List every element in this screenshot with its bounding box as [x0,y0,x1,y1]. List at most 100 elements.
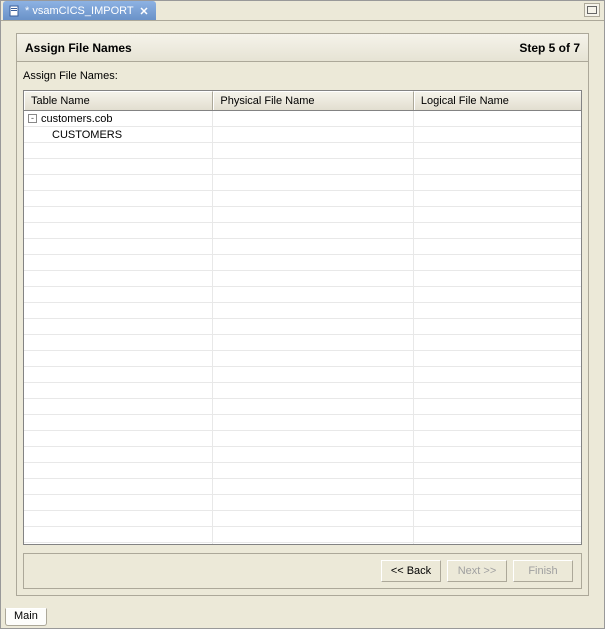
cell-table-name[interactable] [24,143,213,158]
cell-logical-file[interactable] [414,431,581,446]
cell-physical-file[interactable] [213,319,414,334]
back-button[interactable]: << Back [381,560,441,582]
cell-table-name[interactable] [24,511,213,526]
cell-logical-file[interactable] [414,175,581,190]
cell-table-name[interactable] [24,543,213,544]
cell-table-name[interactable] [24,223,213,238]
tab-main[interactable]: Main [5,608,47,626]
cell-logical-file[interactable] [414,287,581,302]
cell-physical-file[interactable] [213,191,414,206]
cell-logical-file[interactable] [414,351,581,366]
cell-table-name[interactable] [24,271,213,286]
cell-logical-file[interactable] [414,543,581,544]
cell-logical-file[interactable] [414,447,581,462]
cell-table-name[interactable] [24,431,213,446]
cell-table-name[interactable] [24,255,213,270]
cell-physical-file[interactable] [213,143,414,158]
cell-physical-file[interactable] [213,127,414,142]
cell-table-name[interactable] [24,239,213,254]
cell-table-name[interactable] [24,159,213,174]
cell-logical-file[interactable] [414,143,581,158]
cell-logical-file[interactable] [414,127,581,142]
cell-table-name[interactable] [24,527,213,542]
cell-physical-file[interactable] [213,111,414,126]
wizard-title: Assign File Names [25,41,132,55]
cell-logical-file[interactable] [414,367,581,382]
cell-physical-file[interactable] [213,303,414,318]
cell-logical-file[interactable] [414,159,581,174]
cell-physical-file[interactable] [213,527,414,542]
cell-logical-file[interactable] [414,399,581,414]
cell-logical-file[interactable] [414,303,581,318]
cell-table-name[interactable] [24,319,213,334]
cell-table-name[interactable] [24,463,213,478]
cell-physical-file[interactable] [213,463,414,478]
column-header-physical-file[interactable]: Physical File Name [213,91,414,110]
cell-logical-file[interactable] [414,239,581,254]
table-row[interactable]: CUSTOMERS [24,127,581,143]
cell-table-name[interactable] [24,399,213,414]
cell-physical-file[interactable] [213,175,414,190]
cell-logical-file[interactable] [414,111,581,126]
cell-table-name[interactable] [24,287,213,302]
next-button[interactable]: Next >> [447,560,507,582]
cell-physical-file[interactable] [213,367,414,382]
cell-logical-file[interactable] [414,335,581,350]
cell-physical-file[interactable] [213,479,414,494]
finish-button[interactable]: Finish [513,560,573,582]
cell-logical-file[interactable] [414,527,581,542]
cell-physical-file[interactable] [213,239,414,254]
cell-physical-file[interactable] [213,255,414,270]
column-header-logical-file[interactable]: Logical File Name [414,91,581,110]
cell-table-name[interactable] [24,191,213,206]
cell-table-name[interactable] [24,383,213,398]
cell-physical-file[interactable] [213,415,414,430]
cell-logical-file[interactable] [414,415,581,430]
cell-physical-file[interactable] [213,495,414,510]
cell-table-name[interactable] [24,351,213,366]
cell-physical-file[interactable] [213,223,414,238]
cell-physical-file[interactable] [213,287,414,302]
cell-logical-file[interactable] [414,319,581,334]
cell-logical-file[interactable] [414,255,581,270]
cell-physical-file[interactable] [213,159,414,174]
maximize-view-button[interactable] [584,3,600,17]
cell-table-name[interactable] [24,367,213,382]
cell-table-name[interactable]: CUSTOMERS [24,127,213,142]
cell-table-name[interactable] [24,335,213,350]
editor-tab-active[interactable]: * vsamCICS_IMPORT [3,1,156,20]
cell-table-name[interactable] [24,495,213,510]
bottom-tabstrip: Main [5,608,47,626]
cell-physical-file[interactable] [213,511,414,526]
cell-table-name[interactable] [24,303,213,318]
collapse-icon[interactable]: - [28,114,37,123]
cell-table-name[interactable] [24,175,213,190]
cell-table-name[interactable] [24,447,213,462]
cell-logical-file[interactable] [414,383,581,398]
cell-table-name[interactable] [24,415,213,430]
cell-logical-file[interactable] [414,463,581,478]
cell-physical-file[interactable] [213,335,414,350]
cell-physical-file[interactable] [213,383,414,398]
cell-logical-file[interactable] [414,271,581,286]
cell-logical-file[interactable] [414,495,581,510]
table-row[interactable]: -customers.cob [24,111,581,127]
cell-logical-file[interactable] [414,207,581,222]
cell-logical-file[interactable] [414,511,581,526]
file-names-grid: Table Name Physical File Name Logical Fi… [23,90,582,545]
cell-logical-file[interactable] [414,223,581,238]
column-header-table-name[interactable]: Table Name [24,91,213,110]
cell-table-name[interactable] [24,207,213,222]
cell-physical-file[interactable] [213,207,414,222]
cell-table-name[interactable]: -customers.cob [24,111,213,126]
close-icon[interactable] [138,5,150,17]
cell-physical-file[interactable] [213,351,414,366]
cell-physical-file[interactable] [213,447,414,462]
cell-physical-file[interactable] [213,399,414,414]
cell-logical-file[interactable] [414,191,581,206]
cell-physical-file[interactable] [213,271,414,286]
cell-table-name[interactable] [24,479,213,494]
cell-physical-file[interactable] [213,543,414,544]
cell-physical-file[interactable] [213,431,414,446]
cell-logical-file[interactable] [414,479,581,494]
